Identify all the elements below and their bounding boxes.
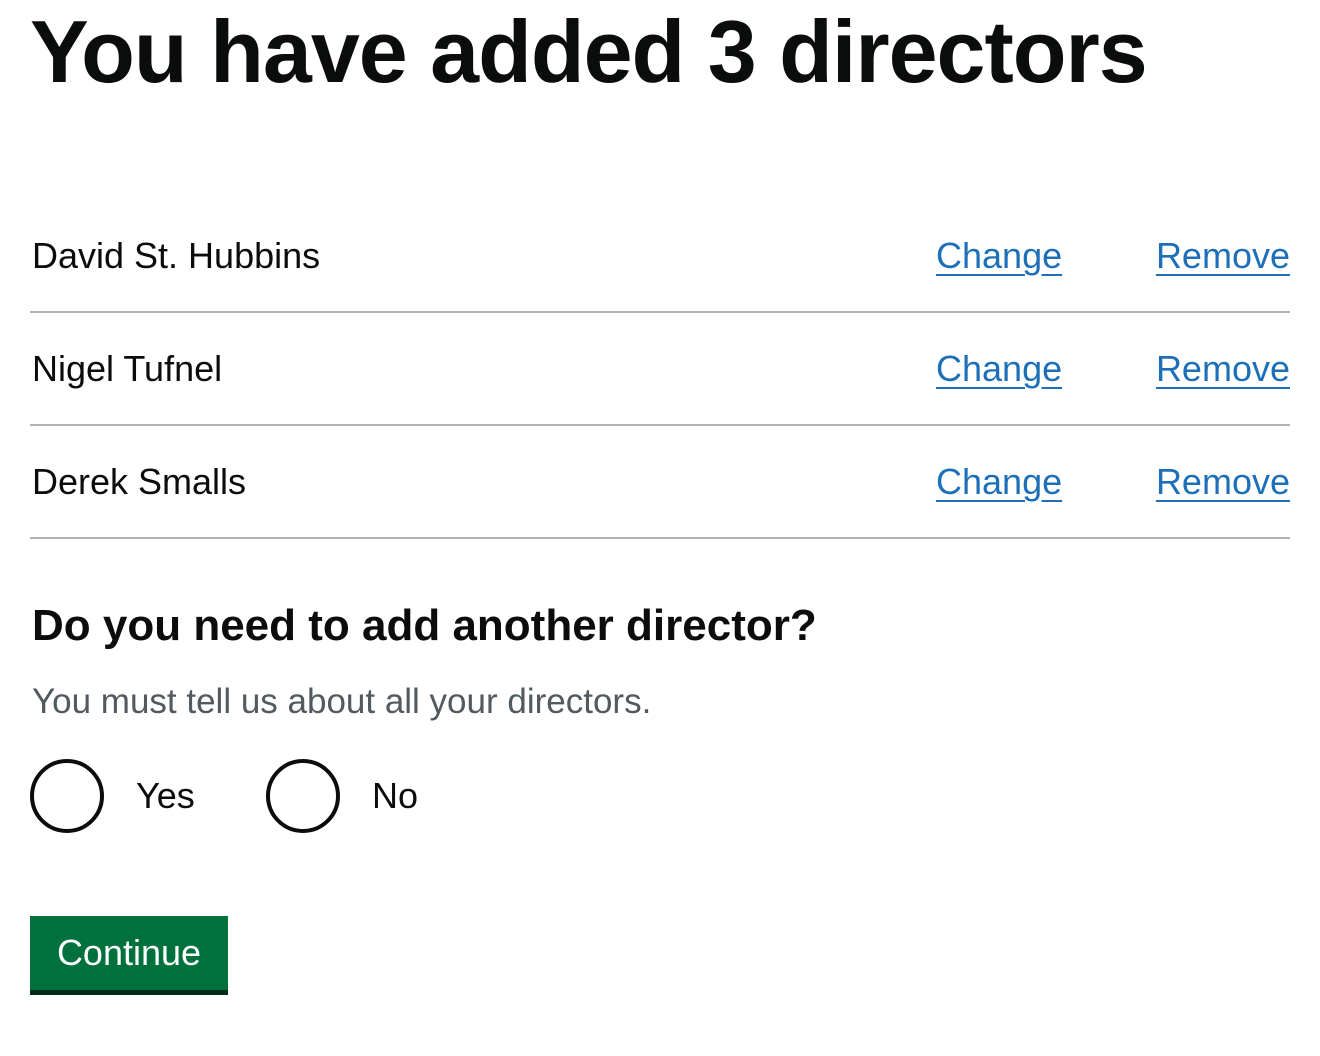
remove-link-director-3[interactable]: Remove xyxy=(1156,460,1290,504)
add-another-question: Do you need to add another director? xyxy=(32,601,817,650)
summary-row-director-1: David St. Hubbins Change Remove xyxy=(30,200,1290,313)
add-another-radios: Yes No xyxy=(30,756,630,836)
remove-link-director-2[interactable]: Remove xyxy=(1156,347,1290,391)
change-link-director-2[interactable]: Change xyxy=(936,347,1062,391)
change-link-director-1[interactable]: Change xyxy=(936,234,1062,278)
radio-no-circle[interactable] xyxy=(266,759,340,833)
radio-option-no[interactable]: No xyxy=(266,756,418,836)
page-container: You have added 3 directors David St. Hub… xyxy=(30,0,1290,990)
radio-yes-circle[interactable] xyxy=(30,759,104,833)
page-title: You have added 3 directors xyxy=(30,2,1148,101)
radio-no-label[interactable]: No xyxy=(372,774,418,818)
continue-button[interactable]: Continue xyxy=(30,916,228,990)
director-name: Derek Smalls xyxy=(32,461,247,502)
change-link-director-3[interactable]: Change xyxy=(936,460,1062,504)
director-name: David St. Hubbins xyxy=(32,235,321,276)
remove-link-director-1[interactable]: Remove xyxy=(1156,234,1290,278)
question-hint: You must tell us about all your director… xyxy=(32,682,652,721)
director-name: Nigel Tufnel xyxy=(32,348,223,389)
summary-row-director-2: Nigel Tufnel Change Remove xyxy=(30,313,1290,426)
radio-yes-label[interactable]: Yes xyxy=(136,774,195,818)
radio-option-yes[interactable]: Yes xyxy=(30,756,195,836)
directors-summary-list: David St. Hubbins Change Remove Nigel Tu… xyxy=(30,200,1290,539)
summary-row-director-3: Derek Smalls Change Remove xyxy=(30,426,1290,539)
